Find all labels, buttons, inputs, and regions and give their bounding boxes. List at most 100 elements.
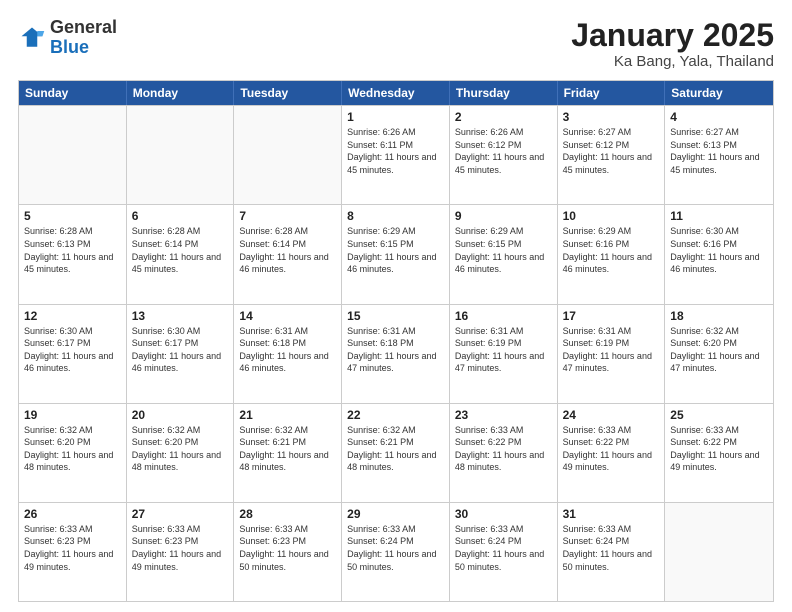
calendar-day-23: 23 Sunrise: 6:33 AM Sunset: 6:22 PM Dayli… [450, 404, 558, 502]
day-info: Sunrise: 6:27 AM Sunset: 6:13 PM Dayligh… [670, 126, 768, 176]
day-number: 10 [563, 209, 660, 223]
day-info: Sunrise: 6:32 AM Sunset: 6:21 PM Dayligh… [239, 424, 336, 474]
calendar-day-26: 26 Sunrise: 6:33 AM Sunset: 6:23 PM Dayli… [19, 503, 127, 601]
day-number: 24 [563, 408, 660, 422]
day-number: 26 [24, 507, 121, 521]
day-number: 16 [455, 309, 552, 323]
day-number: 17 [563, 309, 660, 323]
day-number: 30 [455, 507, 552, 521]
calendar-empty-cell [665, 503, 773, 601]
calendar-day-12: 12Sunrise: 6:30 AM Sunset: 6:17 PM Dayli… [19, 305, 127, 403]
calendar-day-7: 7 Sunrise: 6:28 AM Sunset: 6:14 PM Daylig… [234, 205, 342, 303]
calendar-subtitle: Ka Bang, Yala, Thailand [571, 53, 774, 70]
calendar-day-20: 20 Sunrise: 6:32 AM Sunset: 6:20 PM Dayli… [127, 404, 235, 502]
logo-blue-text: Blue [50, 38, 117, 58]
day-number: 11 [670, 209, 768, 223]
calendar-day-19: 19Sunrise: 6:32 AM Sunset: 6:20 PM Dayli… [19, 404, 127, 502]
calendar-day-31: 31 Sunrise: 6:33 AM Sunset: 6:24 PM Dayli… [558, 503, 666, 601]
day-info: Sunrise: 6:28 AM Sunset: 6:14 PM Dayligh… [239, 225, 336, 275]
calendar-day-24: 24 Sunrise: 6:33 AM Sunset: 6:22 PM Dayli… [558, 404, 666, 502]
day-number: 22 [347, 408, 444, 422]
calendar: SundayMondayTuesdayWednesdayThursdayFrid… [18, 80, 774, 602]
title-block: January 2025 Ka Bang, Yala, Thailand [571, 18, 774, 70]
calendar-empty-cell [19, 106, 127, 204]
day-info: Sunrise: 6:32 AM Sunset: 6:20 PM Dayligh… [132, 424, 229, 474]
day-info: Sunrise: 6:33 AM Sunset: 6:23 PM Dayligh… [24, 523, 121, 573]
calendar-row-5: 26 Sunrise: 6:33 AM Sunset: 6:23 PM Dayli… [19, 502, 773, 601]
day-number: 9 [455, 209, 552, 223]
calendar-day-30: 30 Sunrise: 6:33 AM Sunset: 6:24 PM Dayli… [450, 503, 558, 601]
header-day-monday: Monday [127, 81, 235, 105]
calendar-day-18: 18 Sunrise: 6:32 AM Sunset: 6:20 PM Dayli… [665, 305, 773, 403]
calendar-day-15: 15 Sunrise: 6:31 AM Sunset: 6:18 PM Dayli… [342, 305, 450, 403]
header: General Blue January 2025 Ka Bang, Yala,… [18, 18, 774, 70]
logo-text: General Blue [50, 18, 117, 58]
day-number: 7 [239, 209, 336, 223]
logo-general-text: General [50, 18, 117, 38]
day-number: 20 [132, 408, 229, 422]
calendar-day-11: 11Sunrise: 6:30 AM Sunset: 6:16 PM Dayli… [665, 205, 773, 303]
day-info: Sunrise: 6:33 AM Sunset: 6:22 PM Dayligh… [563, 424, 660, 474]
calendar-row-2: 5Sunrise: 6:28 AM Sunset: 6:13 PM Daylig… [19, 204, 773, 303]
day-info: Sunrise: 6:29 AM Sunset: 6:15 PM Dayligh… [455, 225, 552, 275]
calendar-row-3: 12 Sunrise: 6:30 AM Sunset: 6:17 PM Dayli… [19, 304, 773, 403]
day-info: Sunrise: 6:28 AM Sunset: 6:14 PM Dayligh… [132, 225, 229, 275]
calendar-row-4: 19 Sunrise: 6:32 AM Sunset: 6:20 PM Dayli… [19, 403, 773, 502]
calendar-day-14: 14 Sunrise: 6:31 AM Sunset: 6:18 PM Dayli… [234, 305, 342, 403]
day-info: Sunrise: 6:32 AM Sunset: 6:20 PM Dayligh… [670, 325, 768, 375]
calendar-day-9: 9 Sunrise: 6:29 AM Sunset: 6:15 PM Daylig… [450, 205, 558, 303]
header-day-tuesday: Tuesday [234, 81, 342, 105]
calendar-day-8: 8 Sunrise: 6:29 AM Sunset: 6:15 PM Daylig… [342, 205, 450, 303]
day-number: 21 [239, 408, 336, 422]
day-number: 3 [563, 110, 660, 124]
day-info: Sunrise: 6:33 AM Sunset: 6:24 PM Dayligh… [563, 523, 660, 573]
day-number: 8 [347, 209, 444, 223]
calendar-day-13: 13 Sunrise: 6:30 AM Sunset: 6:17 PM Dayli… [127, 305, 235, 403]
calendar-day-2: 2Sunrise: 6:26 AM Sunset: 6:12 PM Daylig… [450, 106, 558, 204]
calendar-empty-cell [234, 106, 342, 204]
calendar-day-6: 6Sunrise: 6:28 AM Sunset: 6:14 PM Daylig… [127, 205, 235, 303]
calendar-day-16: 16 Sunrise: 6:31 AM Sunset: 6:19 PM Dayli… [450, 305, 558, 403]
calendar-row-1: 1Sunrise: 6:26 AM Sunset: 6:11 PM Daylig… [19, 105, 773, 204]
header-day-thursday: Thursday [450, 81, 558, 105]
day-info: Sunrise: 6:27 AM Sunset: 6:12 PM Dayligh… [563, 126, 660, 176]
page: General Blue January 2025 Ka Bang, Yala,… [0, 0, 792, 612]
day-info: Sunrise: 6:32 AM Sunset: 6:21 PM Dayligh… [347, 424, 444, 474]
day-info: Sunrise: 6:29 AM Sunset: 6:15 PM Dayligh… [347, 225, 444, 275]
calendar-day-25: 25Sunrise: 6:33 AM Sunset: 6:22 PM Dayli… [665, 404, 773, 502]
day-number: 25 [670, 408, 768, 422]
day-info: Sunrise: 6:29 AM Sunset: 6:16 PM Dayligh… [563, 225, 660, 275]
day-info: Sunrise: 6:31 AM Sunset: 6:19 PM Dayligh… [455, 325, 552, 375]
calendar-day-29: 29 Sunrise: 6:33 AM Sunset: 6:24 PM Dayli… [342, 503, 450, 601]
day-number: 5 [24, 209, 121, 223]
day-info: Sunrise: 6:33 AM Sunset: 6:24 PM Dayligh… [455, 523, 552, 573]
day-number: 18 [670, 309, 768, 323]
header-day-saturday: Saturday [665, 81, 773, 105]
day-number: 19 [24, 408, 121, 422]
calendar-day-21: 21 Sunrise: 6:32 AM Sunset: 6:21 PM Dayli… [234, 404, 342, 502]
calendar-day-27: 27 Sunrise: 6:33 AM Sunset: 6:23 PM Dayli… [127, 503, 235, 601]
logo: General Blue [18, 18, 117, 58]
day-info: Sunrise: 6:26 AM Sunset: 6:12 PM Dayligh… [455, 126, 552, 176]
day-number: 15 [347, 309, 444, 323]
day-info: Sunrise: 6:33 AM Sunset: 6:23 PM Dayligh… [132, 523, 229, 573]
calendar-header: SundayMondayTuesdayWednesdayThursdayFrid… [19, 81, 773, 105]
day-info: Sunrise: 6:31 AM Sunset: 6:18 PM Dayligh… [347, 325, 444, 375]
header-day-sunday: Sunday [19, 81, 127, 105]
day-info: Sunrise: 6:33 AM Sunset: 6:24 PM Dayligh… [347, 523, 444, 573]
calendar-empty-cell [127, 106, 235, 204]
header-day-wednesday: Wednesday [342, 81, 450, 105]
day-number: 23 [455, 408, 552, 422]
day-number: 1 [347, 110, 444, 124]
day-number: 14 [239, 309, 336, 323]
day-number: 13 [132, 309, 229, 323]
day-number: 12 [24, 309, 121, 323]
day-number: 29 [347, 507, 444, 521]
day-info: Sunrise: 6:31 AM Sunset: 6:18 PM Dayligh… [239, 325, 336, 375]
day-info: Sunrise: 6:33 AM Sunset: 6:22 PM Dayligh… [455, 424, 552, 474]
calendar-body: 1Sunrise: 6:26 AM Sunset: 6:11 PM Daylig… [19, 105, 773, 601]
calendar-day-1: 1Sunrise: 6:26 AM Sunset: 6:11 PM Daylig… [342, 106, 450, 204]
day-info: Sunrise: 6:30 AM Sunset: 6:17 PM Dayligh… [132, 325, 229, 375]
day-number: 31 [563, 507, 660, 521]
day-number: 27 [132, 507, 229, 521]
